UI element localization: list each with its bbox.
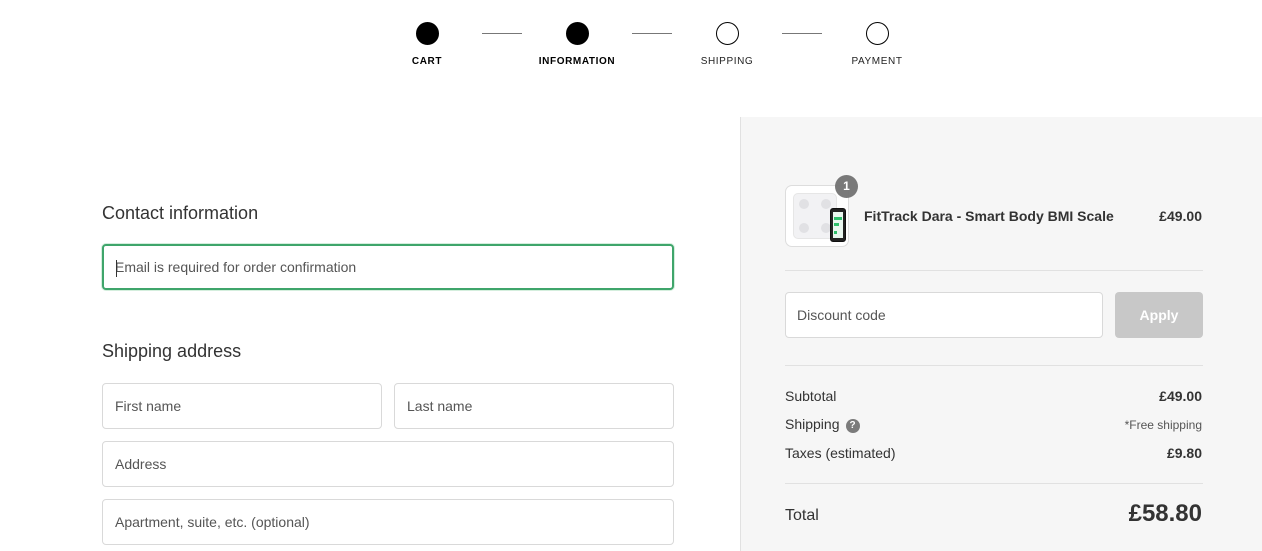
shipping-row: Shipping? xyxy=(785,416,860,433)
total-label: Total xyxy=(785,507,819,524)
step-label: INFORMATION xyxy=(538,56,616,67)
first-name-field[interactable] xyxy=(103,384,381,428)
contact-title: Contact information xyxy=(102,203,259,223)
text-caret xyxy=(116,260,117,277)
discount-code-field[interactable] xyxy=(786,293,1102,337)
step-label: SHIPPING xyxy=(700,56,754,67)
phone-image-icon xyxy=(830,208,846,242)
step-payment: PAYMENT xyxy=(817,22,937,67)
step-label: PAYMENT xyxy=(851,56,903,67)
step-dot-icon xyxy=(415,22,439,45)
step-connector xyxy=(782,33,822,34)
email-field-wrapper xyxy=(102,244,674,290)
step-connector xyxy=(482,33,522,34)
order-summary: 1 FitTrack Dara - Smart Body BMI Scale £… xyxy=(740,117,1262,551)
quantity-badge: 1 xyxy=(835,175,858,198)
step-label: CART xyxy=(411,56,443,67)
step-dot-icon xyxy=(715,22,739,45)
taxes-label: Taxes (estimated) xyxy=(785,445,896,461)
email-field[interactable] xyxy=(104,246,672,288)
step-information: INFORMATION xyxy=(517,22,637,67)
address-wrapper xyxy=(102,441,674,487)
total-value: £58.80 xyxy=(1128,500,1202,527)
product-name: FitTrack Dara - Smart Body BMI Scale xyxy=(864,208,1114,224)
shipping-value: *Free shipping xyxy=(1124,418,1202,432)
shipping-label: Shipping xyxy=(785,416,840,432)
discount-field-wrapper xyxy=(785,292,1103,338)
apartment-field[interactable] xyxy=(103,500,673,544)
apartment-wrapper xyxy=(102,499,674,545)
step-dot-icon xyxy=(565,22,589,45)
apply-discount-button[interactable]: Apply xyxy=(1115,292,1203,338)
shipping-title: Shipping address xyxy=(102,341,242,361)
step-shipping: SHIPPING xyxy=(667,22,787,67)
divider xyxy=(785,270,1203,271)
help-icon[interactable]: ? xyxy=(845,419,860,433)
divider xyxy=(785,365,1203,366)
step-connector xyxy=(632,33,672,34)
last-name-wrapper xyxy=(394,383,674,429)
product-price: £49.00 xyxy=(1159,208,1202,224)
first-name-wrapper xyxy=(102,383,382,429)
divider xyxy=(785,483,1203,484)
last-name-field[interactable] xyxy=(395,384,673,428)
step-cart[interactable]: CART xyxy=(367,22,487,67)
subtotal-label: Subtotal xyxy=(785,388,837,404)
step-dot-icon xyxy=(865,22,889,45)
taxes-value: £9.80 xyxy=(1166,445,1202,461)
address-field[interactable] xyxy=(103,442,673,486)
subtotal-value: £49.00 xyxy=(1159,388,1202,404)
checkout-steps: CART INFORMATION SHIPPING PAYMENT xyxy=(0,0,1262,80)
